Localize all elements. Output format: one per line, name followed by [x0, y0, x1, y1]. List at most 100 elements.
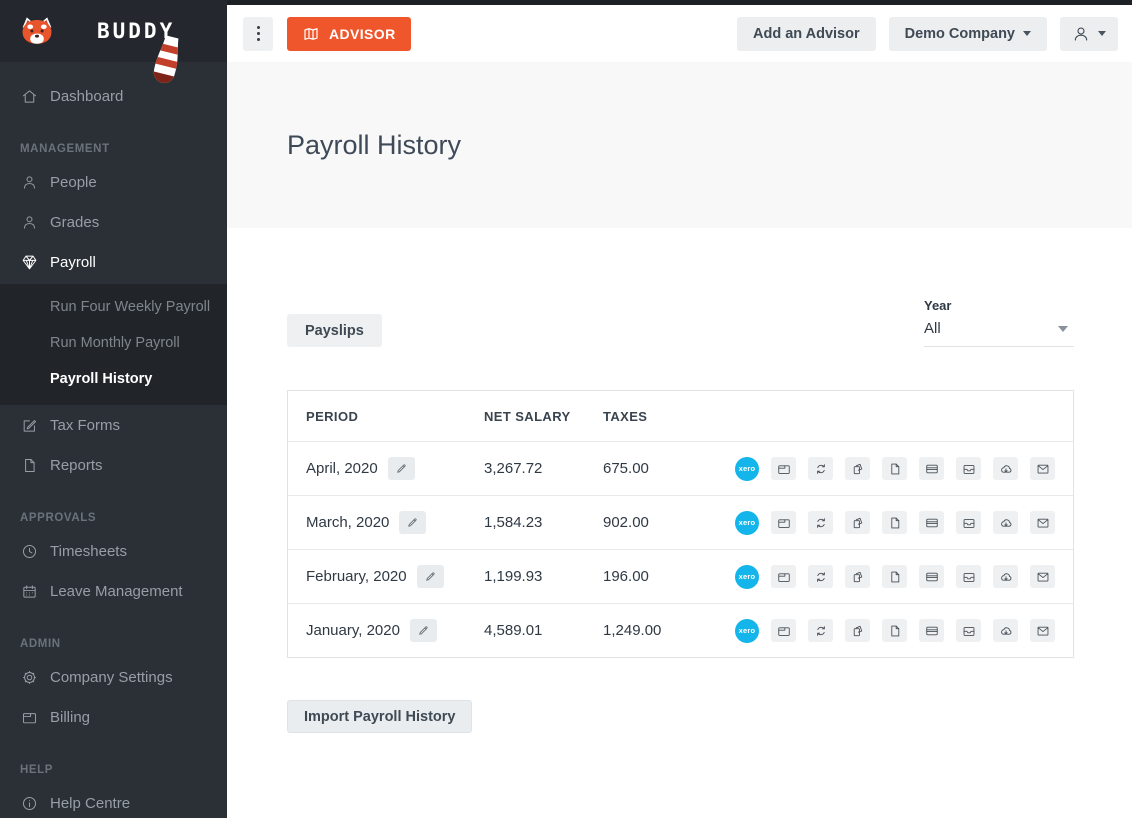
inbox-button[interactable]	[956, 511, 981, 534]
edit-period-button[interactable]	[399, 511, 427, 534]
credit-card-button[interactable]	[919, 565, 944, 588]
mail-button[interactable]	[1030, 511, 1055, 534]
kebab-menu-button[interactable]	[243, 16, 273, 51]
sidebar-item-label: People	[50, 173, 97, 191]
add-advisor-button[interactable]: Add an Advisor	[736, 16, 876, 51]
edit-period-button[interactable]	[409, 619, 437, 642]
sidebar-item-label: Billing	[50, 708, 91, 726]
sidebar-item-tax-forms[interactable]: Tax Forms	[0, 405, 227, 445]
sidebar-item-timesheets[interactable]: Timesheets	[0, 531, 227, 571]
copy-button[interactable]	[845, 457, 870, 480]
file-button[interactable]	[882, 565, 907, 588]
import-payroll-history-button[interactable]: Import Payroll History	[287, 700, 473, 733]
file-button[interactable]	[882, 619, 907, 642]
copy-button[interactable]	[845, 511, 870, 534]
credit-card-button[interactable]	[919, 457, 944, 480]
person-icon	[20, 173, 38, 191]
user-menu-button[interactable]	[1060, 16, 1118, 51]
calendar-icon	[20, 582, 38, 600]
file-button[interactable]	[882, 457, 907, 480]
cloud-download-button[interactable]	[993, 511, 1018, 534]
net-salary-cell: 3,267.72	[484, 460, 603, 477]
wallet-button[interactable]	[771, 511, 796, 534]
kebab-dot	[256, 26, 260, 29]
taxes-cell: 196.00	[603, 568, 713, 585]
credit-card-icon	[925, 624, 939, 638]
sidebar-item-run-four-weekly-payroll[interactable]: Run Four Weekly Payroll	[0, 289, 227, 325]
table-header-row: PERIOD NET SALARY TAXES	[288, 391, 1073, 441]
mail-icon	[1036, 624, 1050, 638]
table-row: April, 2020 3,267.72 675.00 xero	[288, 441, 1073, 495]
chevron-down-icon	[1023, 31, 1031, 36]
sync-button[interactable]	[808, 457, 833, 480]
advisor-button[interactable]: ADVISOR	[287, 16, 411, 51]
taxes-cell: 675.00	[603, 460, 713, 477]
sidebar-item-grades[interactable]: Grades	[0, 202, 227, 242]
credit-card-button[interactable]	[919, 511, 944, 534]
net-salary-value: 1,584.23	[484, 514, 543, 531]
sidebar-item-label: Grades	[50, 213, 100, 231]
xero-badge[interactable]: xero	[735, 456, 759, 481]
credit-card-icon	[925, 570, 939, 584]
sidebar-item-people[interactable]: People	[0, 162, 227, 202]
net-salary-value: 1,199.93	[484, 568, 543, 585]
copy-button[interactable]	[845, 565, 870, 588]
period-cell: March, 2020	[288, 511, 484, 534]
net-salary-value: 4,589.01	[484, 622, 543, 639]
xero-badge[interactable]: xero	[735, 510, 759, 535]
wallet-button[interactable]	[771, 565, 796, 588]
period-cell: January, 2020	[288, 619, 484, 642]
cloud-download-button[interactable]	[993, 457, 1018, 480]
mail-button[interactable]	[1030, 565, 1055, 588]
copy-button[interactable]	[845, 619, 870, 642]
sidebar-item-label: Dashboard	[50, 87, 124, 105]
home-icon	[20, 87, 38, 105]
payroll-submenu: Run Four Weekly Payroll Run Monthly Payr…	[0, 284, 227, 405]
sync-button[interactable]	[808, 511, 833, 534]
sidebar-item-billing[interactable]: Billing	[0, 697, 227, 737]
page-header: Payroll History	[227, 62, 1132, 228]
sidebar-item-label: Tax Forms	[50, 416, 121, 434]
file-button[interactable]	[882, 511, 907, 534]
year-select[interactable]: All	[924, 320, 1074, 347]
pencil-icon	[406, 516, 419, 529]
xero-badge[interactable]: xero	[735, 564, 759, 589]
wallet-button[interactable]	[771, 457, 796, 480]
period-label: April, 2020	[306, 460, 378, 477]
sync-icon	[814, 462, 828, 476]
net-salary-cell: 1,584.23	[484, 514, 603, 531]
mail-button[interactable]	[1030, 457, 1055, 480]
company-switcher-button[interactable]: Demo Company	[888, 16, 1047, 51]
credit-card-button[interactable]	[919, 619, 944, 642]
edit-period-button[interactable]	[416, 565, 444, 588]
mail-button[interactable]	[1030, 619, 1055, 642]
cloud-download-button[interactable]	[993, 619, 1018, 642]
sidebar-item-reports[interactable]: Reports	[0, 445, 227, 485]
cloud-download-button[interactable]	[993, 565, 1018, 588]
inbox-button[interactable]	[956, 565, 981, 588]
sync-button[interactable]	[808, 565, 833, 588]
sidebar-item-run-monthly-payroll[interactable]: Run Monthly Payroll	[0, 325, 227, 361]
sidebar-item-payroll[interactable]: Payroll	[0, 242, 227, 282]
pencil-icon	[417, 624, 430, 637]
sidebar-section-help: HELP	[20, 764, 54, 776]
inbox-icon	[962, 462, 976, 476]
sidebar-item-label: Company Settings	[50, 668, 173, 686]
sidebar-section-approvals: APPROVALS	[20, 512, 97, 524]
sync-button[interactable]	[808, 619, 833, 642]
sidebar-item-leave-management[interactable]: Leave Management	[0, 571, 227, 611]
edit-period-button[interactable]	[387, 457, 415, 480]
sidebar-item-payroll-history[interactable]: Payroll History	[0, 361, 227, 397]
wallet-button[interactable]	[771, 619, 796, 642]
inbox-button[interactable]	[956, 619, 981, 642]
payslips-button[interactable]: Payslips	[287, 314, 382, 347]
sidebar-item-dashboard[interactable]: Dashboard	[0, 76, 227, 116]
sync-icon	[814, 516, 828, 530]
edit-square-icon	[20, 416, 38, 434]
sidebar-item-company-settings[interactable]: Company Settings	[0, 657, 227, 697]
inbox-button[interactable]	[956, 457, 981, 480]
file-icon	[888, 516, 902, 530]
inbox-icon	[962, 570, 976, 584]
sidebar-item-help-centre[interactable]: Help Centre	[0, 783, 227, 818]
xero-badge[interactable]: xero	[735, 618, 759, 643]
